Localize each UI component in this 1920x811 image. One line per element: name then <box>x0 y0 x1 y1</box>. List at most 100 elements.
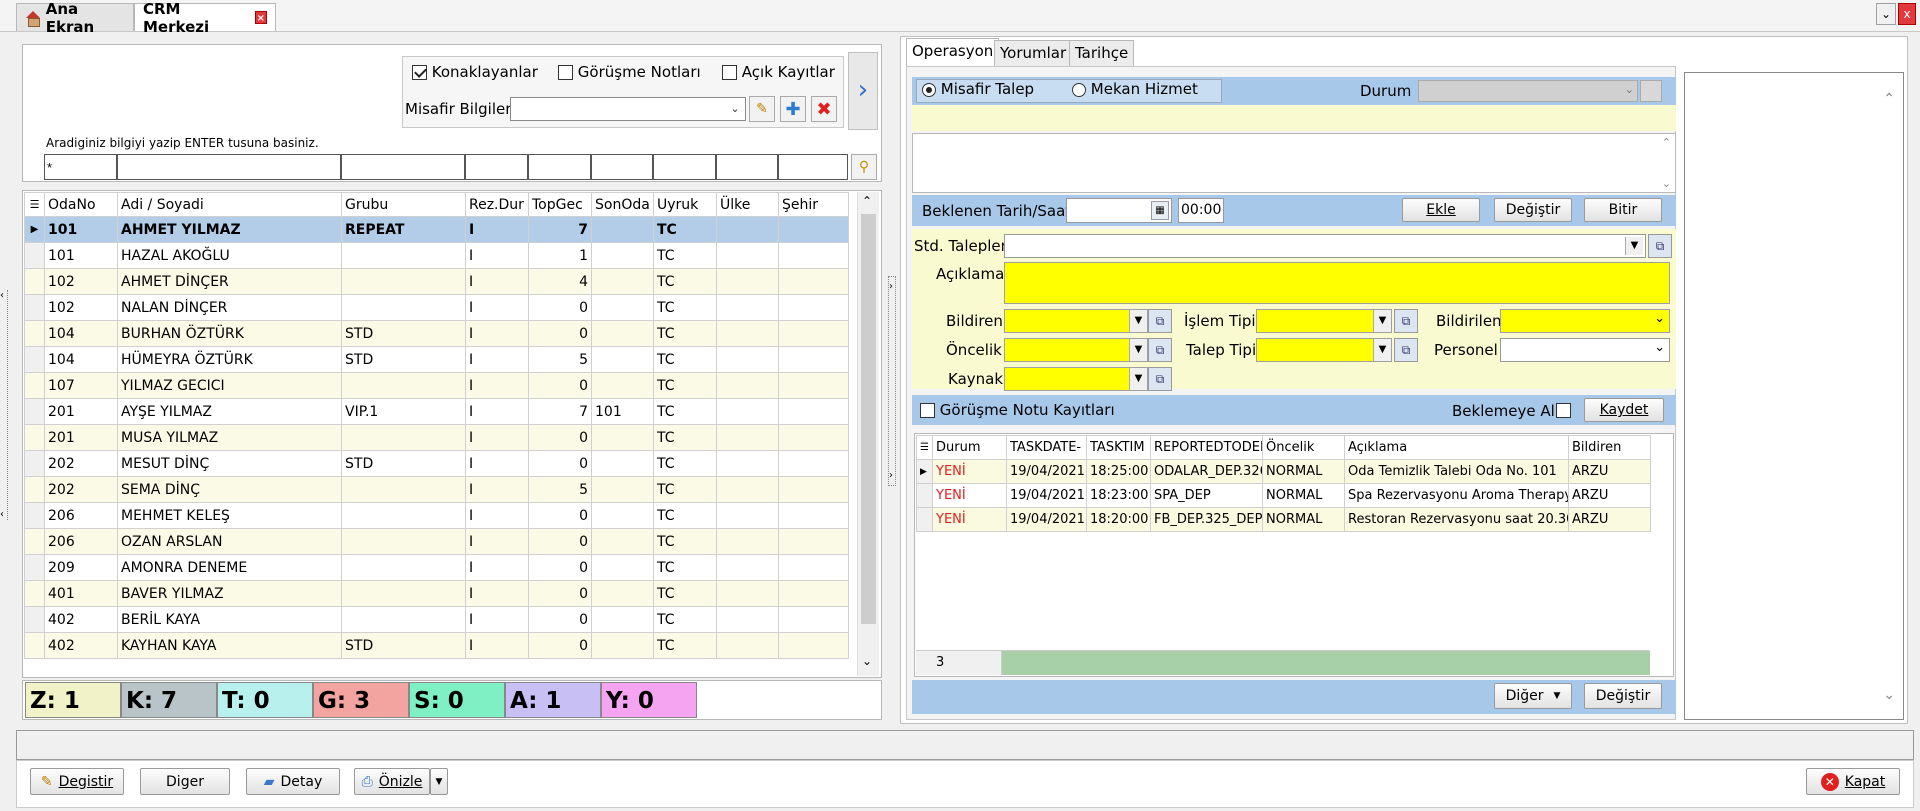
table-cell[interactable]: BURHAN ÖZTÜRK <box>117 320 342 347</box>
table-row[interactable]: 101 HAZAL AKOĞLU I 1 TC <box>24 242 849 269</box>
table-cell[interactable]: I <box>465 320 529 347</box>
table-cell[interactable] <box>716 372 779 399</box>
table-cell[interactable] <box>778 580 849 607</box>
table-cell[interactable]: 202 <box>44 450 118 477</box>
table-cell[interactable] <box>716 320 779 347</box>
table-cell[interactable]: I <box>465 606 529 633</box>
table-row[interactable]: YENİ 19/04/2021 18:20:00 FB_DEP.325_DEP NORM… <box>916 507 1651 532</box>
misafir-talep-radio[interactable]: Misafir Talep <box>922 80 1034 98</box>
table-row[interactable]: 102 NALAN DİNÇER I 0 TC <box>24 294 849 321</box>
table-cell[interactable] <box>716 242 779 269</box>
table-cell[interactable] <box>716 398 779 425</box>
table-cell[interactable]: TC <box>653 268 717 295</box>
personel-select[interactable]: ⌄ <box>1500 338 1670 362</box>
tab-operasyon[interactable]: Operasyon <box>906 38 1000 66</box>
calendar-icon[interactable]: ▦ <box>1151 201 1169 220</box>
kaydet-button[interactable]: Kaydet <box>1584 398 1664 422</box>
row-indicator[interactable]: ▶ <box>916 459 933 484</box>
table-cell[interactable]: STD <box>341 632 466 659</box>
table-cell[interactable]: 201 <box>44 398 118 425</box>
table-cell[interactable]: 5 <box>528 346 592 373</box>
table-cell[interactable]: 102 <box>44 268 118 295</box>
table-cell[interactable] <box>716 580 779 607</box>
table-cell[interactable] <box>341 476 466 503</box>
note-textarea[interactable]: ⌃ ⌄ <box>912 133 1676 193</box>
table-cell[interactable] <box>716 502 779 529</box>
table-cell[interactable]: Restoran Rezervasyonu saat 20.30 <box>1344 507 1569 532</box>
table-row[interactable]: 201 MUSA YILMAZ I 0 TC <box>24 424 849 451</box>
table-cell[interactable]: 0 <box>528 502 592 529</box>
table-cell[interactable]: 201 <box>44 424 118 451</box>
table-row[interactable]: 102 AHMET DİNÇER I 4 TC <box>24 268 849 295</box>
table-cell[interactable]: AMONRA DENEME <box>117 554 342 581</box>
table-row[interactable]: ▶ 101 AHMET YILMAZ REPEAT I 7 TC <box>24 216 849 243</box>
table-cell[interactable]: Spa Rezervasyonu Aroma Therapy <box>1344 483 1569 508</box>
kapat-button[interactable]: ✕ Kapat <box>1806 768 1900 795</box>
search-input-topgec[interactable] <box>528 154 591 180</box>
talep-tipi-lookup-icon[interactable]: ⧉ <box>1394 338 1418 362</box>
table-row[interactable]: 206 OZAN ARSLAN I 0 TC <box>24 528 849 555</box>
table-cell[interactable]: I <box>465 502 529 529</box>
table-cell[interactable]: 104 <box>44 346 118 373</box>
table-cell[interactable] <box>341 580 466 607</box>
table-row[interactable]: 402 BERİL KAYA I 0 TC <box>24 606 849 633</box>
row-indicator[interactable] <box>916 483 933 508</box>
table-cell[interactable]: TC <box>653 606 717 633</box>
table-cell[interactable] <box>341 242 466 269</box>
table-cell[interactable]: 0 <box>528 580 592 607</box>
onizle-dropdown-icon[interactable]: ▼ <box>430 768 448 795</box>
row-indicator[interactable]: ▶ <box>24 216 45 243</box>
row-indicator[interactable] <box>24 528 45 555</box>
table-cell[interactable]: TC <box>653 476 717 503</box>
table-cell[interactable]: NORMAL <box>1262 459 1345 484</box>
table-cell[interactable] <box>778 242 849 269</box>
table-cell[interactable]: 101 <box>591 398 654 425</box>
table-cell[interactable]: MUSA YILMAZ <box>117 424 342 451</box>
table-cell[interactable]: 206 <box>44 502 118 529</box>
table-cell[interactable] <box>341 424 466 451</box>
tab-tarihce[interactable]: Tarihçe <box>1069 40 1135 66</box>
table-cell[interactable] <box>778 528 849 555</box>
bitir-button[interactable]: Bitir <box>1584 198 1662 222</box>
table-cell[interactable]: BAVER YILMAZ <box>117 580 342 607</box>
table-cell[interactable]: NORMAL <box>1262 483 1345 508</box>
table-cell[interactable] <box>591 528 654 555</box>
table-cell[interactable]: AHMET YILMAZ <box>117 216 342 243</box>
table-cell[interactable]: I <box>465 372 529 399</box>
scroll-up-icon[interactable]: ⌃ <box>1662 136 1671 149</box>
table-row[interactable]: 104 BURHAN ÖZTÜRK STD I 0 TC <box>24 320 849 347</box>
diger-bottom-button[interactable]: Diger <box>140 768 230 795</box>
table-cell[interactable]: TC <box>653 424 717 451</box>
table-cell[interactable] <box>591 216 654 243</box>
table-cell[interactable]: 209 <box>44 554 118 581</box>
table-cell[interactable]: TC <box>653 216 717 243</box>
table-row[interactable]: 402 KAYHAN KAYA STD I 0 TC <box>24 632 849 659</box>
table-cell[interactable] <box>778 372 849 399</box>
table-cell[interactable]: I <box>465 424 529 451</box>
col-uyruk[interactable]: Uyruk <box>653 192 717 217</box>
table-cell[interactable] <box>778 632 849 659</box>
table-cell[interactable] <box>716 476 779 503</box>
table-cell[interactable] <box>778 346 849 373</box>
task-degistir-button[interactable]: Değiştir <box>1584 683 1662 709</box>
row-indicator[interactable] <box>24 398 45 425</box>
kaynak-lookup-icon[interactable]: ⧉ <box>1148 367 1172 391</box>
degistir-bottom-button[interactable]: ✎ Degistir <box>30 768 124 795</box>
table-row[interactable]: 206 MEHMET KELEŞ I 0 TC <box>24 502 849 529</box>
table-cell[interactable]: 18:23:00 <box>1086 483 1151 508</box>
gorusme-notlari-checkbox[interactable]: Görüşme Notları <box>558 63 701 81</box>
table-cell[interactable] <box>591 502 654 529</box>
table-cell[interactable]: TC <box>653 320 717 347</box>
table-cell[interactable] <box>778 216 849 243</box>
row-indicator[interactable] <box>24 476 45 503</box>
table-cell[interactable]: BERİL KAYA <box>117 606 342 633</box>
islem-tipi-select[interactable]: ▼ <box>1256 309 1392 333</box>
table-cell[interactable]: I <box>465 450 529 477</box>
row-indicator[interactable] <box>24 320 45 347</box>
konaklayanlar-checkbox[interactable]: Konaklayanlar <box>412 63 538 81</box>
table-cell[interactable] <box>341 294 466 321</box>
table-row[interactable]: YENİ 19/04/2021 18:23:00 SPA_DEP NORMAL Spa R… <box>916 483 1651 508</box>
table-cell[interactable]: 0 <box>528 632 592 659</box>
oncelik-lookup-icon[interactable]: ⧉ <box>1148 338 1172 362</box>
table-cell[interactable]: 19/04/2021 <box>1006 459 1087 484</box>
